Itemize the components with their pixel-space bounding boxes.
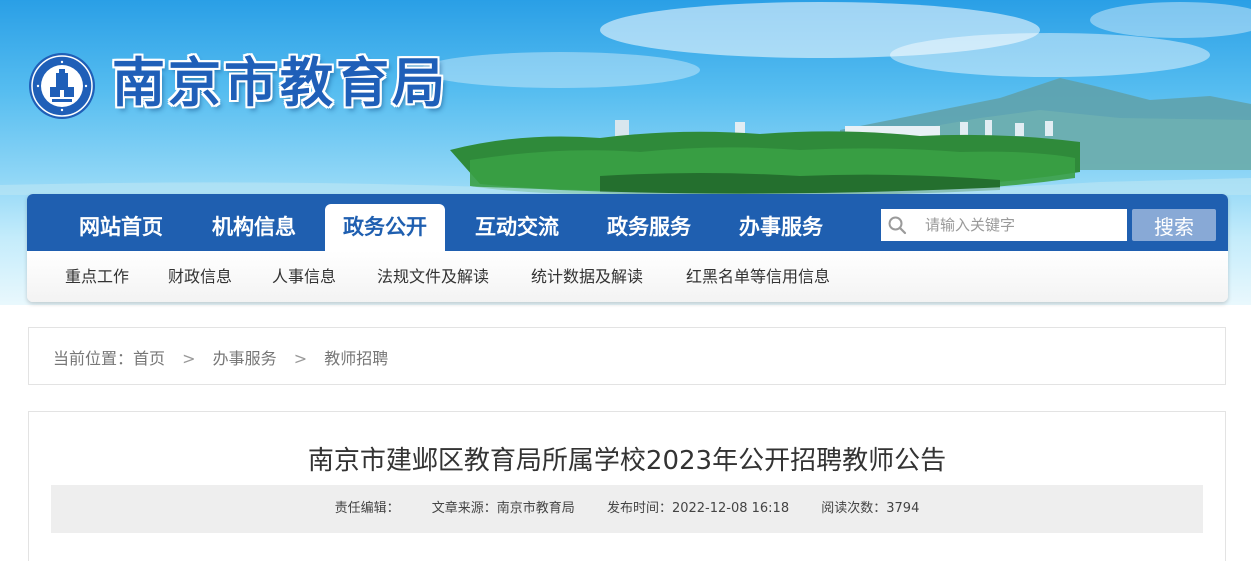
meta-published-time: 发布时间：2022-12-08 16:18 (606, 501, 790, 516)
search-button[interactable]: 搜索 (1132, 209, 1216, 241)
article-container: 南京市建邺区教育局所属学校2023年公开招聘教师公告 责任编辑： 文章来源：南京… (28, 411, 1226, 561)
article-title: 南京市建邺区教育局所属学校2023年公开招聘教师公告 (307, 446, 947, 476)
nav-item-government-services[interactable]: 政务服务 (592, 204, 706, 251)
subnav-item-key-work[interactable]: 重点工作 (65, 263, 129, 287)
nav-item-home[interactable]: 网站首页 (64, 204, 178, 251)
breadcrumb-box: 当前位置：首页 > 办事服务 > 教师招聘 (28, 327, 1226, 385)
meta-view-count: 阅读次数：3794 (821, 501, 920, 516)
search-icon (888, 216, 907, 235)
sub-nav: 重点工作 财政信息 人事信息 法规文件及解读 统计数据及解读 红黑名单等信用信息 (27, 251, 1228, 302)
breadcrumb-separator: > (182, 349, 196, 368)
nav-item-government-affairs[interactable]: 政务公开 (325, 204, 445, 251)
site-title: 南京市教育局 (112, 52, 448, 114)
breadcrumb-prefix: 当前位置： (53, 349, 134, 368)
subnav-item-finance[interactable]: 财政信息 (168, 263, 232, 287)
breadcrumb-office-services[interactable]: 办事服务 (213, 349, 277, 368)
search-input[interactable] (925, 209, 1121, 241)
nav-item-interaction[interactable]: 互动交流 (460, 204, 574, 251)
subnav-item-regulations[interactable]: 法规文件及解读 (377, 263, 489, 287)
subnav-item-credit-lists[interactable]: 红黑名单等信用信息 (686, 263, 830, 287)
meta-source: 文章来源：南京市教育局 (431, 501, 575, 516)
search-box (881, 209, 1127, 241)
breadcrumb-separator: > (293, 349, 308, 368)
subnav-item-personnel[interactable]: 人事信息 (272, 263, 336, 287)
article-meta: 责任编辑： 文章来源：南京市教育局 发布时间：2022-12-08 16:18 … (51, 485, 1203, 533)
breadcrumb: 当前位置：首页 > 办事服务 > 教师招聘 (53, 345, 388, 369)
navigation-bar: 网站首页 机构信息 政务公开 互动交流 政务服务 办事服务 搜索 重点工作 财政… (27, 194, 1228, 302)
breadcrumb-teacher-recruitment[interactable]: 教师招聘 (324, 349, 388, 368)
subnav-item-statistics[interactable]: 统计数据及解读 (531, 263, 643, 287)
meta-editor: 责任编辑： (334, 501, 400, 516)
main-nav: 网站首页 机构信息 政务公开 互动交流 政务服务 办事服务 搜索 (27, 194, 1228, 251)
nav-item-organization[interactable]: 机构信息 (197, 204, 311, 251)
nav-item-office-services[interactable]: 办事服务 (724, 204, 838, 251)
education-bureau-emblem (29, 53, 95, 119)
breadcrumb-home[interactable]: 首页 (133, 349, 165, 368)
